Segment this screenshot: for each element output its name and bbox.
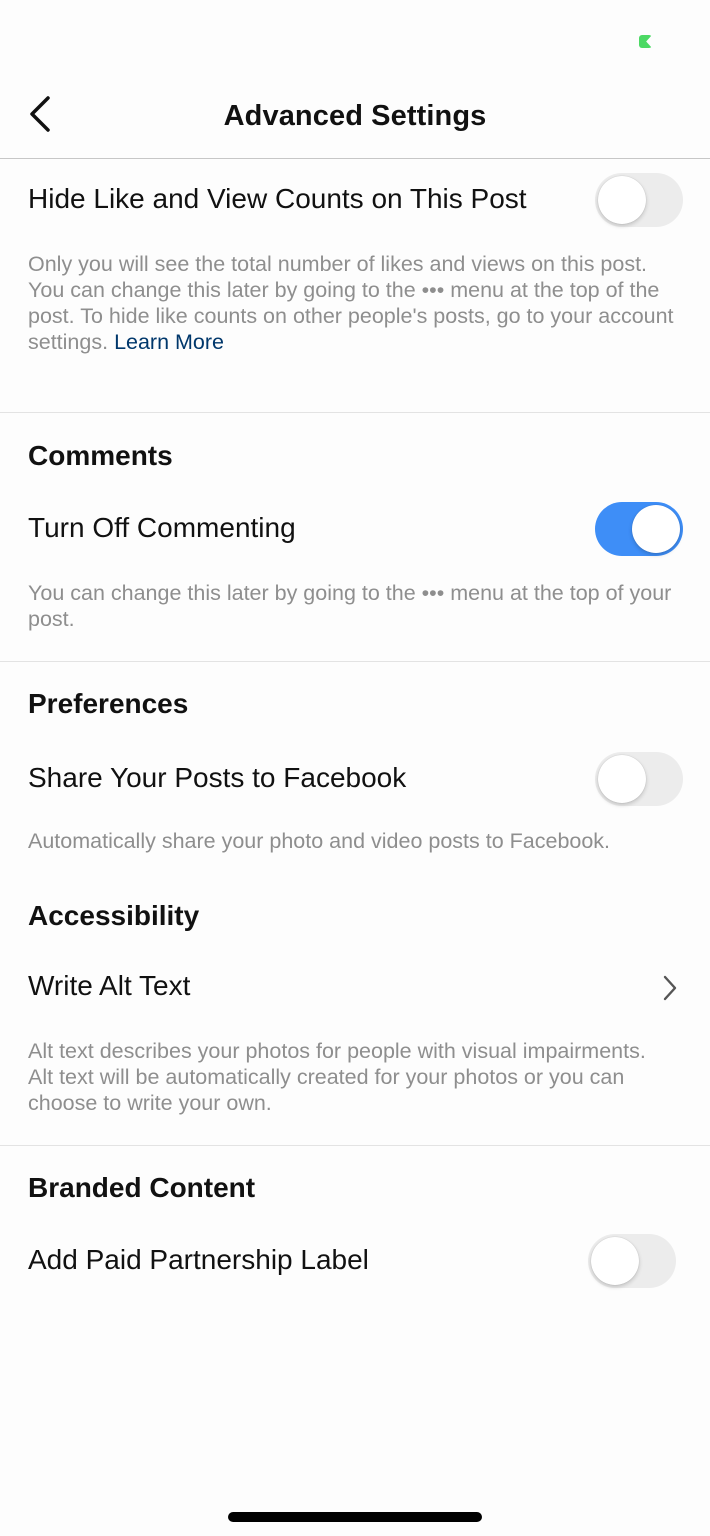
toggle-knob — [598, 176, 646, 224]
status-indicator-icon — [639, 35, 652, 48]
home-indicator — [228, 1512, 482, 1522]
toggle-knob — [591, 1237, 639, 1285]
share-facebook-label: Share Your Posts to Facebook — [28, 762, 407, 793]
turn-off-commenting-toggle[interactable] — [595, 502, 683, 556]
paid-partnership-label: Add Paid Partnership Label — [28, 1244, 369, 1275]
toggle-knob — [598, 755, 646, 803]
accessibility-section-title: Accessibility — [28, 900, 200, 931]
alt-text-description: Alt text describes your photos for peopl… — [28, 1039, 646, 1115]
status-bar — [0, 0, 710, 76]
paid-partnership-row: Add Paid Partnership Label — [0, 1224, 710, 1310]
hide-counts-description: Only you will see the total number of li… — [0, 251, 710, 355]
comments-section-title: Comments — [28, 440, 173, 471]
paid-partnership-toggle[interactable] — [588, 1234, 676, 1288]
share-facebook-row: Share Your Posts to Facebook — [0, 742, 710, 828]
nav-bar: Advanced Settings — [0, 76, 710, 159]
hide-counts-row: Hide Like and View Counts on This Post — [0, 159, 710, 241]
comments-description: You can change this later by going to th… — [28, 581, 672, 631]
share-facebook-description: Automatically share your photo and video… — [28, 829, 611, 853]
hide-counts-label: Hide Like and View Counts on This Post — [28, 183, 527, 214]
preferences-section-title: Preferences — [28, 688, 189, 719]
branded-content-section-title: Branded Content — [28, 1172, 256, 1203]
share-facebook-toggle[interactable] — [595, 752, 683, 806]
write-alt-text-row[interactable]: Write Alt Text — [0, 952, 710, 1038]
chevron-right-icon — [663, 975, 677, 1001]
comments-row: Turn Off Commenting — [0, 494, 710, 580]
page-title: Advanced Settings — [223, 100, 487, 132]
learn-more-link[interactable]: Learn More — [114, 330, 224, 354]
hide-counts-toggle[interactable] — [595, 173, 683, 227]
turn-off-commenting-label: Turn Off Commenting — [28, 512, 296, 543]
toggle-knob — [632, 505, 680, 553]
write-alt-text-label: Write Alt Text — [28, 970, 191, 1001]
